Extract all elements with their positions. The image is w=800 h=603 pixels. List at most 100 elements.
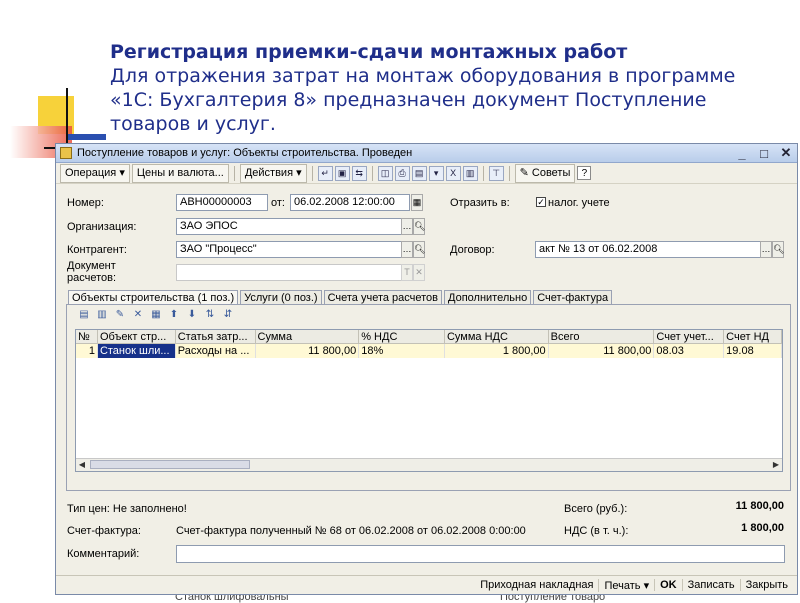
settlement-doc-field[interactable] [176, 264, 402, 281]
settlement-type-icon[interactable]: T [401, 264, 413, 281]
tab-panel-construction-objects: ▤ ▥ ✎ ✕ ▦ ⬆ ⬇ ⇅ ⇵ № Объект стр... Статья… [66, 304, 791, 491]
scroll-left-icon[interactable]: ◀ [76, 459, 88, 470]
tab-construction-objects[interactable]: Объекты строительства (1 поз.) [68, 290, 239, 305]
refresh-icon[interactable]: ⇆ [351, 165, 367, 181]
clear-icon[interactable]: ✕ [413, 264, 425, 281]
move-up-icon[interactable]: ⬆ [167, 309, 181, 322]
sort-desc-icon[interactable]: ⇵ [221, 309, 235, 322]
calendar-icon[interactable]: ▦ [411, 194, 423, 211]
tab-strip: Объекты строительства (1 поз.) Услуги (0… [68, 290, 614, 305]
open-organization-icon[interactable]: 🔍︎ [413, 218, 425, 235]
move-down-icon[interactable]: ⬇ [185, 309, 199, 322]
toolbar-separator [482, 165, 484, 181]
open-contract-icon[interactable]: 🔍︎ [772, 241, 784, 258]
toolbar-separator [371, 165, 373, 181]
end-edit-icon[interactable]: ▦ [149, 309, 163, 322]
select-counterparty-button[interactable]: … [401, 241, 413, 258]
contract-field[interactable]: акт № 13 от 06.02.2008 [535, 241, 761, 258]
cell-total[interactable]: 11 800,00 [549, 344, 655, 358]
select-organization-button[interactable]: … [401, 218, 413, 235]
cell-amount[interactable]: 11 800,00 [256, 344, 360, 358]
close-button[interactable]: Закрыть [739, 579, 793, 591]
horizontal-scrollbar[interactable]: ◀ ▶ [76, 458, 782, 471]
slide-title-line-1: Для отражения затрат на монтаж оборудова… [110, 65, 736, 87]
help-button[interactable]: ? [577, 166, 592, 180]
form-icon[interactable]: ▣ [334, 165, 350, 181]
column-header-vat-amount[interactable]: Сумма НДС [444, 330, 549, 344]
report-icon[interactable]: Х [445, 165, 461, 181]
edit-row-icon[interactable]: ✎ [113, 309, 127, 322]
invoice-link[interactable]: Счет-фактура полученный № 68 от 06.02.20… [176, 525, 526, 537]
copy-row-icon[interactable]: ▥ [95, 309, 109, 322]
tab-settlement-accounts[interactable]: Счета учета расчетов [323, 290, 443, 305]
column-header-account[interactable]: Счет учет... [654, 330, 725, 344]
cell-vat-rate[interactable]: 18% [359, 344, 445, 358]
slide-title-heading: Регистрация приемки-сдачи монтажных рабо… [110, 41, 628, 63]
dropdown-icon[interactable]: ▾ [428, 165, 444, 181]
scroll-thumb[interactable] [90, 460, 250, 469]
sort-asc-icon[interactable]: ⇅ [203, 309, 217, 322]
hierarchy-icon[interactable]: ⊤ [488, 165, 504, 181]
slide-title-line-3: товаров и услуг. [110, 113, 276, 135]
construction-objects-table: № Объект стр... Статья затр... Сумма % Н… [75, 329, 783, 472]
cell-number[interactable]: 1 [76, 344, 98, 358]
operation-menu[interactable]: Операция ▾ [60, 163, 130, 183]
structure-icon[interactable]: ▥ [462, 165, 478, 181]
post-icon[interactable]: ▤ [411, 165, 427, 181]
print-preview-icon[interactable]: ◫ [377, 165, 393, 181]
contract-label: Договор: [450, 244, 495, 256]
total-label: Всего (руб.): [564, 503, 628, 515]
cell-cost-item[interactable]: Расходы на ... [176, 344, 256, 358]
column-header-vat-rate[interactable]: % НДС [359, 330, 445, 344]
receipt-note-button[interactable]: Приходная накладная [475, 579, 598, 591]
minimize-button[interactable]: _ [735, 146, 749, 161]
add-row-icon[interactable]: ▤ [77, 309, 91, 322]
select-contract-button[interactable]: … [760, 241, 772, 258]
tab-invoice[interactable]: Счет-фактура [533, 290, 613, 305]
column-header-cost-item[interactable]: Статья затр... [175, 330, 256, 344]
date-label: от: [271, 197, 285, 209]
settlement-doc-label-line-1: Документ [67, 260, 116, 272]
price-type-label[interactable]: Тип цен: Не заполнено! [67, 503, 187, 515]
ok-button[interactable]: OK [654, 579, 682, 591]
tab-services[interactable]: Услуги (0 поз.) [240, 290, 322, 305]
column-header-vat-account[interactable]: Счет НД [724, 330, 782, 344]
back-icon[interactable]: ↵ [317, 165, 333, 181]
column-header-amount[interactable]: Сумма [255, 330, 360, 344]
number-field[interactable]: АВН00000003 [176, 194, 268, 211]
organization-label: Организация: [67, 221, 137, 233]
organization-field[interactable]: ЗАО ЭПОС [176, 218, 402, 235]
scroll-right-icon[interactable]: ▶ [770, 459, 782, 470]
reflect-label: Отразить в: [450, 197, 510, 209]
tax-accounting-label: налог. учете [548, 197, 610, 209]
maximize-button[interactable]: □ [757, 146, 771, 161]
date-field[interactable]: 06.02.2008 12:00:00 [290, 194, 410, 211]
total-value: 11 800,00 [735, 500, 784, 512]
print-icon[interactable]: ⎙ [394, 165, 410, 181]
delete-row-icon[interactable]: ✕ [131, 309, 145, 322]
tips-button[interactable]: ✎ Советы [514, 163, 576, 183]
tab-additional[interactable]: Дополнительно [444, 290, 532, 305]
comment-field[interactable] [176, 545, 785, 563]
cell-object[interactable]: Станок шли... [97, 344, 176, 358]
table-toolbar: ▤ ▥ ✎ ✕ ▦ ⬆ ⬇ ⇅ ⇵ [77, 309, 235, 322]
column-header-number[interactable]: № [76, 330, 98, 344]
counterparty-field[interactable]: ЗАО "Процесс" [176, 241, 402, 258]
toolbar-separator [508, 165, 510, 181]
close-window-button[interactable]: ✕ [779, 145, 793, 161]
cell-vat-account[interactable]: 19.08 [724, 344, 782, 358]
actions-menu[interactable]: Действия ▾ [239, 163, 307, 183]
tax-accounting-checkbox[interactable]: ✓ [536, 197, 546, 207]
table-row[interactable]: 1 Станок шли... Расходы на ... 11 800,00… [76, 344, 782, 358]
window-title: Поступление товаров и услуг: Объекты стр… [77, 147, 413, 159]
prices-currency-button[interactable]: Цены и валюта... [131, 163, 229, 183]
cell-account[interactable]: 08.03 [654, 344, 725, 358]
operation-menu-label: Операция [65, 166, 117, 179]
window-titlebar[interactable]: Поступление товаров и услуг: Объекты стр… [56, 144, 797, 163]
column-header-object[interactable]: Объект стр... [97, 330, 176, 344]
print-menu-button[interactable]: Печать ▾ [598, 578, 654, 592]
cell-vat-amount[interactable]: 1 800,00 [445, 344, 549, 358]
open-counterparty-icon[interactable]: 🔍︎ [413, 241, 425, 258]
save-button[interactable]: Записать [681, 579, 740, 591]
column-header-total[interactable]: Всего [548, 330, 655, 344]
